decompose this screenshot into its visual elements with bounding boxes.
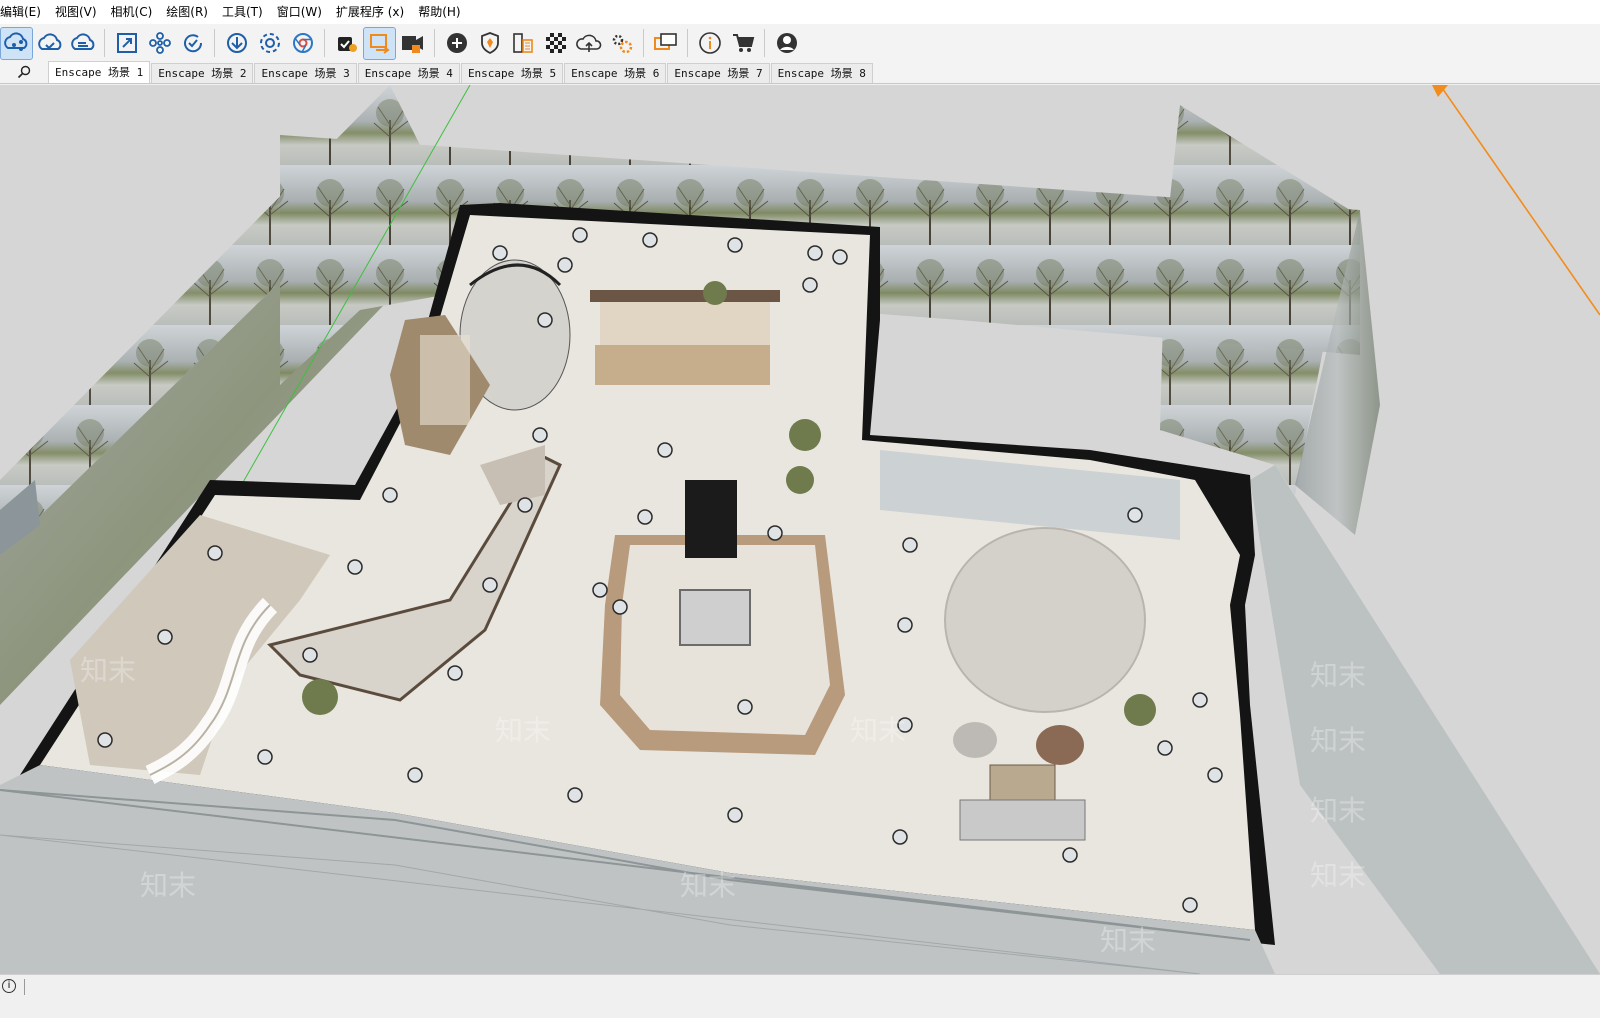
gears-icon[interactable] xyxy=(605,27,638,60)
watermark-text: 知末 xyxy=(1310,659,1366,692)
sketchup-window: 编辑(E) 视图(V) 相机(C) 绘图(R) 工具(T) 窗口(W) 扩展程序 (x) 帮助… xyxy=(0,0,1600,1018)
model-viewport[interactable]: 知末 知末 知末 知末 知末 知末 知末 知末 知末 知末 xyxy=(0,85,1600,974)
menu-item-5[interactable]: 窗口(W) xyxy=(270,0,329,24)
info-icon[interactable] xyxy=(693,27,726,60)
watermark-text: 知末 xyxy=(680,869,736,902)
toolbar-separator xyxy=(434,29,435,57)
toolbar-separator xyxy=(324,29,325,57)
scene-tab-8[interactable]: Enscape 场景 8 xyxy=(770,63,873,83)
model-render: 知末 知末 知末 知末 知末 知末 知末 知末 知末 知末 xyxy=(0,85,1600,974)
enscape-start-icon[interactable] xyxy=(330,27,363,60)
toolbar-separator xyxy=(214,29,215,57)
menu-item-3[interactable]: 绘图(R) xyxy=(159,0,215,24)
chat-windows-icon[interactable] xyxy=(649,27,682,60)
watermark-text: 知末 xyxy=(1310,859,1366,892)
scene-tab-7[interactable]: Enscape 场景 7 xyxy=(667,63,770,83)
watermark-text: 知末 xyxy=(850,714,906,747)
menu-item-2[interactable]: 相机(C) xyxy=(104,0,160,24)
watermark-text: 知末 xyxy=(1100,924,1156,957)
cloud-upload-icon[interactable] xyxy=(66,27,99,60)
watermark-text: 知末 xyxy=(80,654,136,687)
share-model-icon[interactable] xyxy=(0,26,33,60)
cloud-upload-outline-icon[interactable] xyxy=(572,27,605,60)
toolbar-separator xyxy=(104,29,105,57)
video-camera-icon[interactable] xyxy=(396,27,429,60)
refresh-check-icon[interactable] xyxy=(176,27,209,60)
add-circle-icon[interactable] xyxy=(440,27,473,60)
watermark-text: 知末 xyxy=(495,714,551,747)
gear-settings-icon[interactable] xyxy=(253,27,286,60)
scene-tab-bar: Enscape 场景 1 Enscape 场景 2 Enscape 场景 3 Ensc… xyxy=(0,61,1600,84)
menu-item-1[interactable]: 视图(V) xyxy=(48,0,104,24)
download-arrow-icon[interactable] xyxy=(220,27,253,60)
toolbar-separator xyxy=(687,29,688,57)
scene-tab-6[interactable]: Enscape 场景 6 xyxy=(564,63,667,83)
toolbar-separator xyxy=(643,29,644,57)
scene-tab-4[interactable]: Enscape 场景 4 xyxy=(357,63,460,83)
scene-tab-1[interactable]: Enscape 场景 1 xyxy=(48,61,151,83)
watermark-text: 知末 xyxy=(140,869,196,902)
enscape-shield-icon[interactable] xyxy=(473,27,506,60)
material-library-icon[interactable] xyxy=(506,27,539,60)
search-icon[interactable] xyxy=(0,61,48,83)
toolbar xyxy=(0,24,1600,62)
scene-tab-3[interactable]: Enscape 场景 3 xyxy=(254,63,357,83)
info-icon[interactable]: i xyxy=(2,979,16,993)
enscape-sync-icon[interactable] xyxy=(363,26,396,60)
network-nodes-icon[interactable] xyxy=(143,27,176,60)
shopping-cart-icon[interactable] xyxy=(726,27,759,60)
checker-pattern-icon[interactable] xyxy=(539,27,572,60)
menu-item-7[interactable]: 帮助(H) xyxy=(411,0,467,24)
watermark-text: 知末 xyxy=(1310,794,1366,827)
status-bar: i xyxy=(0,974,1600,1018)
user-account-icon[interactable] xyxy=(770,27,803,60)
watermark-text: 知末 xyxy=(1310,724,1366,757)
chrome-browser-icon[interactable] xyxy=(286,27,319,60)
toolbar-separator xyxy=(764,29,765,57)
menu-item-4[interactable]: 工具(T) xyxy=(215,0,270,24)
status-divider xyxy=(24,979,25,995)
menu-item-0[interactable]: 编辑(E) xyxy=(0,0,48,24)
resize-frame-icon[interactable] xyxy=(110,27,143,60)
scene-tab-5[interactable]: Enscape 场景 5 xyxy=(460,63,564,83)
menu-item-6[interactable]: 扩展程序 (x) xyxy=(329,0,411,24)
menu-bar: 编辑(E) 视图(V) 相机(C) 绘图(R) 工具(T) 窗口(W) 扩展程序 (x) 帮助… xyxy=(0,0,1600,24)
cloud-sync-icon[interactable] xyxy=(33,27,66,60)
scene-tab-2[interactable]: Enscape 场景 2 xyxy=(151,63,254,83)
